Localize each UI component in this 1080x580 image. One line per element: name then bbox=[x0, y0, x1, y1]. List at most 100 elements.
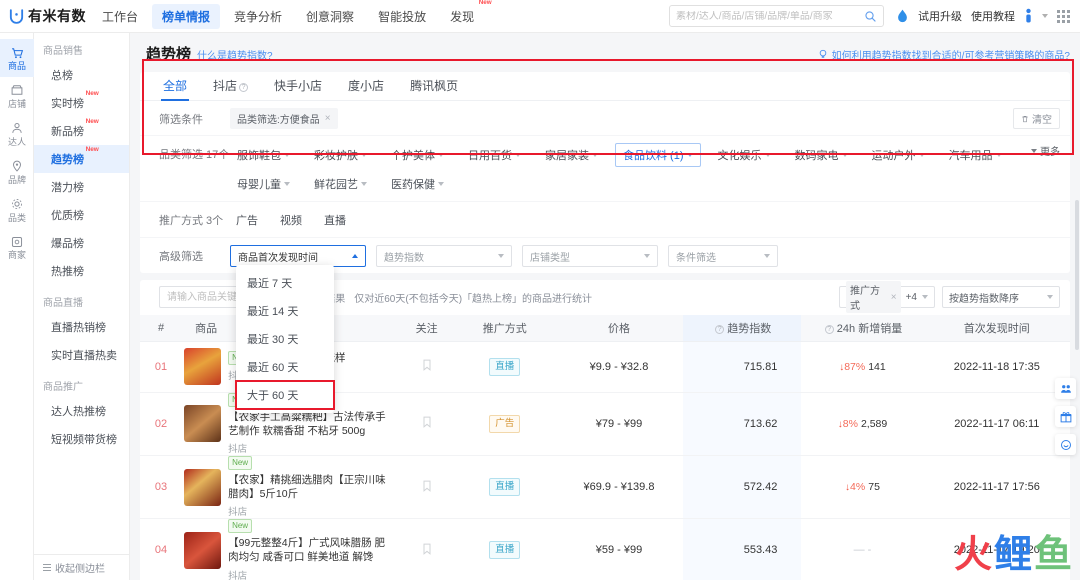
dropdown-option-最近 30 天[interactable]: 最近 30 天 bbox=[236, 325, 334, 353]
sidebar-item-热推榜[interactable]: 热推榜 bbox=[34, 257, 129, 285]
rail-item-品类[interactable]: 品类 bbox=[0, 191, 34, 229]
community-button[interactable] bbox=[1055, 378, 1076, 399]
sidebar-item-实时直播热卖[interactable]: 实时直播热卖 bbox=[34, 341, 129, 369]
chevron-down-icon[interactable] bbox=[1047, 295, 1053, 299]
tab-全部[interactable]: 全部 bbox=[150, 72, 200, 101]
bookmark-icon[interactable] bbox=[422, 359, 432, 371]
category-chip-文化娱乐[interactable]: 文化娱乐 bbox=[711, 144, 778, 166]
upgrade-button[interactable]: 试用升级 bbox=[918, 8, 962, 24]
sidebar-item-优质榜[interactable]: 优质榜 bbox=[34, 201, 129, 229]
time-filter-dropdown[interactable]: 最近 7 天最近 14 天最近 30 天最近 60 天大于 60 天 bbox=[235, 265, 335, 413]
product-cell[interactable]: New 【99元整整4斤】广式风味腊肠 肥肉均匀 咸香可口 鲜美地道 解馋 抖店 bbox=[182, 518, 399, 580]
product-thumbnail[interactable] bbox=[184, 531, 222, 569]
close-icon[interactable]: × bbox=[891, 292, 897, 303]
bookmark-icon[interactable] bbox=[422, 480, 432, 492]
product-thumbnail[interactable] bbox=[184, 348, 222, 385]
sidebar-item-达人热推榜[interactable]: 达人热推榜 bbox=[34, 397, 129, 425]
user-avatar-icon[interactable] bbox=[1024, 8, 1033, 24]
rail-item-店铺[interactable]: 店铺 bbox=[0, 77, 34, 115]
category-chip-数码家电[interactable]: 数码家电 bbox=[788, 144, 855, 166]
info-icon[interactable]: ? bbox=[824, 324, 834, 334]
advanced-select-1[interactable]: 趋势指数 bbox=[376, 245, 512, 267]
category-chip-食品饮料 (1)[interactable]: 食品饮料 (1) bbox=[615, 143, 701, 167]
bookmark-icon[interactable] bbox=[422, 543, 432, 555]
nav-item-3[interactable]: 创意洞察 bbox=[296, 4, 364, 29]
info-icon[interactable]: ? bbox=[239, 82, 249, 92]
category-chip-服饰鞋包[interactable]: 服饰鞋包 bbox=[230, 144, 297, 166]
clear-filters-button[interactable]: 清空 bbox=[1013, 108, 1060, 129]
promo-option-直播[interactable]: 直播 bbox=[318, 209, 352, 231]
tab-抖店[interactable]: 抖店? bbox=[200, 72, 261, 101]
app-logo[interactable]: 有米有数 bbox=[0, 6, 92, 26]
page-help-link[interactable]: 什么是趋势指数? bbox=[197, 47, 273, 62]
sort-select[interactable]: 按趋势指数降序 bbox=[942, 286, 1060, 308]
sidebar-item-总榜[interactable]: 总榜 bbox=[34, 61, 129, 89]
promo-multiselect[interactable]: 推广方式 × +4 bbox=[839, 281, 935, 313]
nav-item-4[interactable]: 智能投放 bbox=[368, 4, 436, 29]
tab-快手小店[interactable]: 快手小店 bbox=[261, 72, 335, 101]
dropdown-option-大于 60 天[interactable]: 大于 60 天 bbox=[235, 380, 335, 410]
nav-item-1[interactable]: 榜单情报 bbox=[152, 3, 221, 29]
category-chip-彩妆护肤[interactable]: 彩妆护肤 bbox=[307, 144, 374, 166]
search-input[interactable] bbox=[676, 10, 864, 22]
category-chip-鲜花园艺[interactable]: 鲜花园艺 bbox=[307, 173, 374, 195]
info-icon[interactable]: ? bbox=[715, 324, 725, 334]
dropdown-option-最近 60 天[interactable]: 最近 60 天 bbox=[236, 353, 334, 381]
tab-腾讯枫页[interactable]: 腾讯枫页 bbox=[397, 72, 471, 101]
favorite-cell[interactable] bbox=[398, 341, 455, 393]
filter-tag[interactable]: 品类筛选:方便食品 × bbox=[230, 108, 338, 129]
nav-item-0[interactable]: 工作台 bbox=[92, 4, 148, 29]
category-chip-个护美体[interactable]: 个护美体 bbox=[384, 144, 451, 166]
sidebar-item-实时榜[interactable]: 实时榜 New bbox=[34, 89, 129, 117]
chevron-down-icon[interactable] bbox=[1042, 14, 1048, 18]
rail-item-达人[interactable]: 达人 bbox=[0, 115, 34, 153]
nav-item-5[interactable]: 发现 New bbox=[440, 0, 491, 29]
advanced-select-0[interactable]: 商品首次发现时间 bbox=[230, 245, 366, 267]
category-chip-汽车用品[interactable]: 汽车用品 bbox=[942, 144, 1009, 166]
tab-度小店[interactable]: 度小店 bbox=[335, 72, 397, 101]
close-icon[interactable]: × bbox=[325, 113, 331, 124]
promo-option-广告[interactable]: 广告 bbox=[230, 209, 264, 231]
more-categories-button[interactable]: 更多 bbox=[1031, 143, 1060, 158]
sidebar-item-趋势榜[interactable]: 趋势榜 New bbox=[34, 145, 129, 173]
promo-multiselect-tag[interactable]: 推广方式 × bbox=[846, 281, 901, 313]
sidebar-item-直播热销榜[interactable]: 直播热销榜 bbox=[34, 313, 129, 341]
sidebar-item-新品榜[interactable]: 新品榜 New bbox=[34, 117, 129, 145]
rail-item-商品[interactable]: 商品 bbox=[0, 39, 34, 77]
product-thumbnail[interactable] bbox=[184, 405, 222, 443]
category-chip-运动户外[interactable]: 运动户外 bbox=[865, 144, 932, 166]
page-header-tip-link[interactable]: 如何利用趋势指数找到合适的/可参考营销策略的商品? bbox=[818, 47, 1070, 62]
apps-grid-icon[interactable] bbox=[1057, 9, 1070, 23]
favorite-cell[interactable] bbox=[398, 392, 455, 456]
dropdown-option-最近 14 天[interactable]: 最近 14 天 bbox=[236, 297, 334, 325]
gift-button[interactable] bbox=[1055, 406, 1076, 427]
support-button[interactable] bbox=[1055, 434, 1076, 455]
dropdown-option-最近 7 天[interactable]: 最近 7 天 bbox=[236, 269, 334, 297]
advanced-select-2[interactable]: 店铺类型 bbox=[522, 245, 658, 267]
tutorial-button[interactable]: 使用教程 bbox=[971, 8, 1015, 24]
rail-item-品牌[interactable]: 品牌 bbox=[0, 153, 34, 191]
collapse-sidebar-button[interactable]: 收起侧边栏 bbox=[34, 554, 129, 580]
product-cell[interactable]: New 【农家】精挑细选腊肉【正宗川味腊肉】5斤10斤 抖店 bbox=[182, 455, 399, 520]
table-row[interactable]: 04 New 【99元整整4斤】广式风味腊肠 肥肉均匀 咸香可口 鲜美地道 解馋… bbox=[140, 518, 1070, 580]
product-thumbnail[interactable] bbox=[184, 468, 222, 506]
search-box[interactable] bbox=[669, 5, 884, 27]
sidebar-item-短视频带货榜[interactable]: 短视频带货榜 bbox=[34, 425, 129, 453]
category-chip-家居家装[interactable]: 家居家装 bbox=[538, 144, 605, 166]
nav-item-2[interactable]: 竞争分析 bbox=[224, 4, 292, 29]
category-chip-医药保健[interactable]: 医药保健 bbox=[384, 173, 451, 195]
favorite-cell[interactable] bbox=[398, 455, 455, 520]
table-row[interactable]: 03 New 【农家】精挑细选腊肉【正宗川味腊肉】5斤10斤 抖店 直播 ¥69… bbox=[140, 455, 1070, 520]
rail-item-商家[interactable]: 商家 bbox=[0, 228, 34, 266]
sidebar-item-爆品榜[interactable]: 爆品榜 bbox=[34, 229, 129, 257]
search-icon[interactable] bbox=[864, 10, 877, 23]
page-scrollbar[interactable] bbox=[1075, 200, 1079, 350]
category-chip-日用百货[interactable]: 日用百货 bbox=[461, 144, 528, 166]
advanced-select-3[interactable]: 条件筛选 bbox=[668, 245, 778, 267]
favorite-cell[interactable] bbox=[398, 518, 455, 580]
bookmark-icon[interactable] bbox=[422, 416, 432, 429]
category-chip-母婴儿童[interactable]: 母婴儿童 bbox=[230, 173, 297, 195]
chevron-down-icon[interactable] bbox=[922, 295, 928, 299]
promo-option-视频[interactable]: 视频 bbox=[274, 209, 308, 231]
sidebar-item-潜力榜[interactable]: 潜力榜 bbox=[34, 173, 129, 201]
